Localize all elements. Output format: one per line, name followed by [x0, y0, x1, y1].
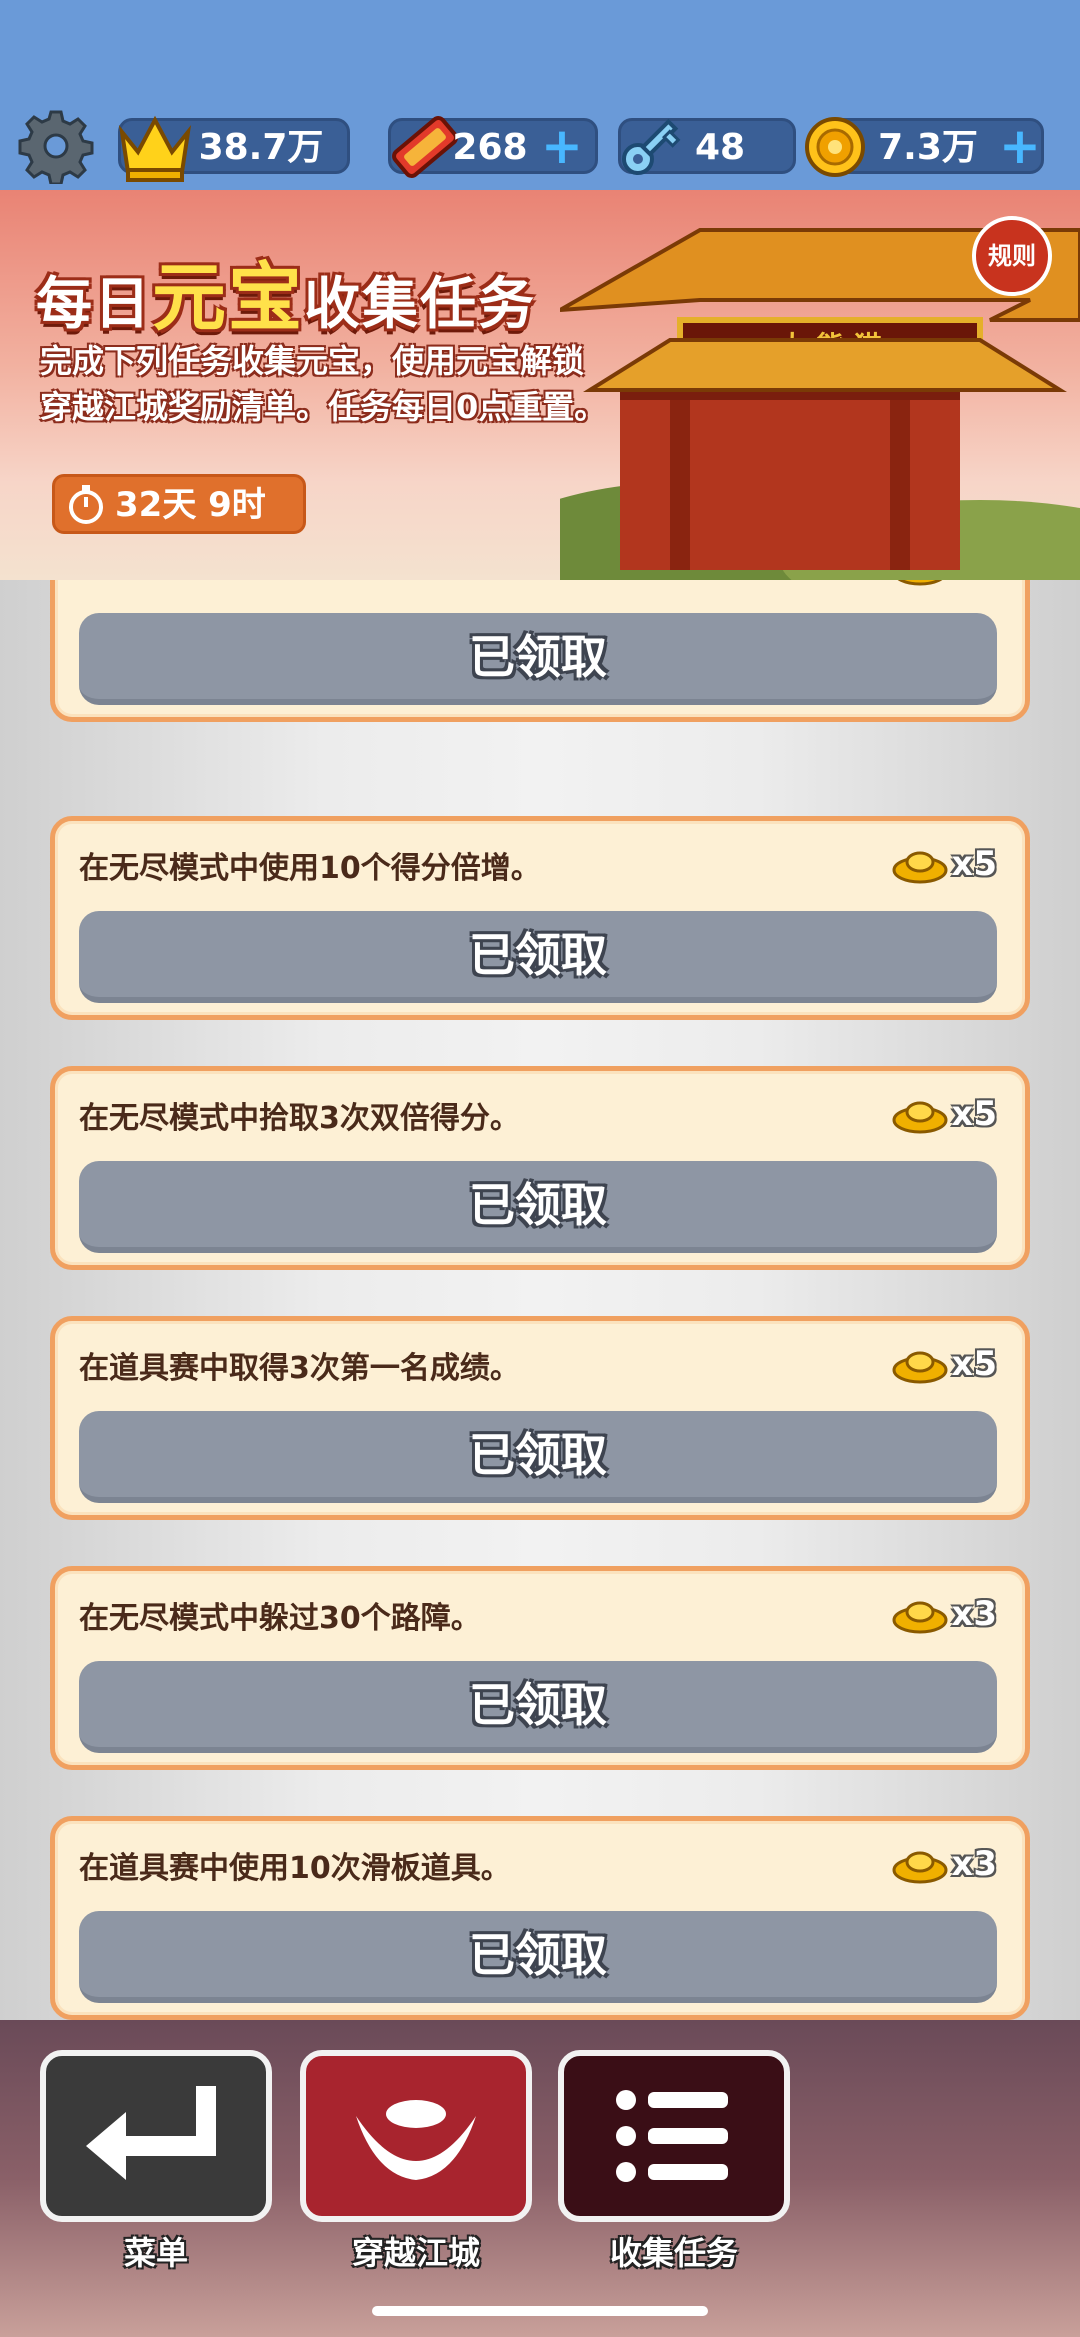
banner-title: 每日元宝收集任务: [36, 255, 536, 341]
coin-icon: [790, 102, 880, 192]
task-reward: x5: [891, 1339, 997, 1389]
bottom-navigation: 菜单 穿越江城 收集任务: [0, 2020, 1080, 2337]
claimed-button[interactable]: 已领取: [79, 613, 997, 705]
coin-value: 7.3万: [878, 127, 978, 168]
claimed-button[interactable]: 已领取: [79, 1161, 997, 1253]
list-icon: [616, 2090, 728, 2182]
task-card: x5 已领取: [50, 580, 1030, 722]
home-indicator[interactable]: [372, 2306, 708, 2316]
travel-button[interactable]: [300, 2050, 532, 2222]
crown-value: 38.7万: [198, 127, 324, 168]
ticket-value: 268: [452, 127, 528, 168]
countdown-timer: 32天 9时: [52, 474, 306, 534]
menu-label: 菜单: [123, 2234, 188, 2272]
task-description: 在无尽模式中拾取3次双倍得分。: [79, 1101, 520, 1136]
coin-add-button[interactable]: +: [998, 121, 1042, 171]
rules-button[interactable]: 规则: [972, 216, 1052, 296]
task-description: 在无尽模式中使用10个得分倍增。: [79, 851, 541, 886]
task-reward: x5: [891, 1089, 997, 1139]
collect-tasks-button[interactable]: [558, 2050, 790, 2222]
claimed-button[interactable]: 已领取: [79, 911, 997, 1003]
travel-label: 穿越江城: [351, 2234, 480, 2272]
gold-ingot-icon: [892, 1351, 948, 1384]
task-reward: x3: [891, 1589, 997, 1639]
task-list[interactable]: x5 已领取 在无尽模式中使用10个得分倍增。 x5 已领取 在无尽模式中拾取3…: [0, 580, 1080, 2020]
gold-ingot-icon: [892, 851, 948, 884]
crown-icon: [110, 102, 200, 192]
claimed-button[interactable]: 已领取: [79, 1411, 997, 1503]
event-banner: 大 熊 猫 每日元宝收集任务 完成下列任务收集元宝，使用元宝解锁 穿越江城奖励清…: [0, 190, 1080, 580]
collect-tasks-label: 收集任务: [609, 2234, 738, 2272]
gold-ingot-icon: [898, 580, 943, 586]
stopwatch-icon: [69, 485, 103, 524]
menu-button[interactable]: [40, 2050, 272, 2222]
task-reward: x5: [891, 580, 997, 591]
task-description: 在道具赛中使用10次滑板道具。: [79, 1851, 511, 1886]
currency-bar: 38.7万 268 + 48 7.3万 +: [0, 0, 1080, 190]
gold-ingot-icon: [892, 1101, 948, 1134]
gold-ingot-icon: [892, 1601, 948, 1634]
return-arrow-icon: [86, 2086, 216, 2180]
key-value: 48: [694, 127, 746, 168]
task-card: 在无尽模式中躲过30个路障。 x3 已领取: [50, 1566, 1030, 1770]
gold-ingot-nav-icon: [356, 2100, 476, 2180]
task-reward: x3: [891, 1839, 997, 1889]
task-card: 在无尽模式中拾取3次双倍得分。 x5 已领取: [50, 1066, 1030, 1270]
ticket-add-button[interactable]: +: [540, 121, 584, 171]
banner-description: 完成下列任务收集元宝，使用元宝解锁 穿越江城奖励清单。任务每日0点重置。: [40, 342, 607, 426]
claimed-button[interactable]: 已领取: [79, 1661, 997, 1753]
settings-gear-icon[interactable]: [18, 108, 94, 186]
task-card: 在道具赛中使用10次滑板道具。 x3 已领取: [50, 1816, 1030, 2020]
task-description: 在无尽模式中躲过30个路障。: [79, 1601, 481, 1636]
claimed-button[interactable]: 已领取: [79, 1911, 997, 2003]
task-description: 在道具赛中取得3次第一名成绩。: [79, 1351, 520, 1386]
gold-ingot-icon: [892, 1851, 948, 1884]
task-reward: x5: [891, 839, 997, 889]
task-card: 在无尽模式中使用10个得分倍增。 x5 已领取: [50, 816, 1030, 1020]
task-card: 在道具赛中取得3次第一名成绩。 x5 已领取: [50, 1316, 1030, 1520]
